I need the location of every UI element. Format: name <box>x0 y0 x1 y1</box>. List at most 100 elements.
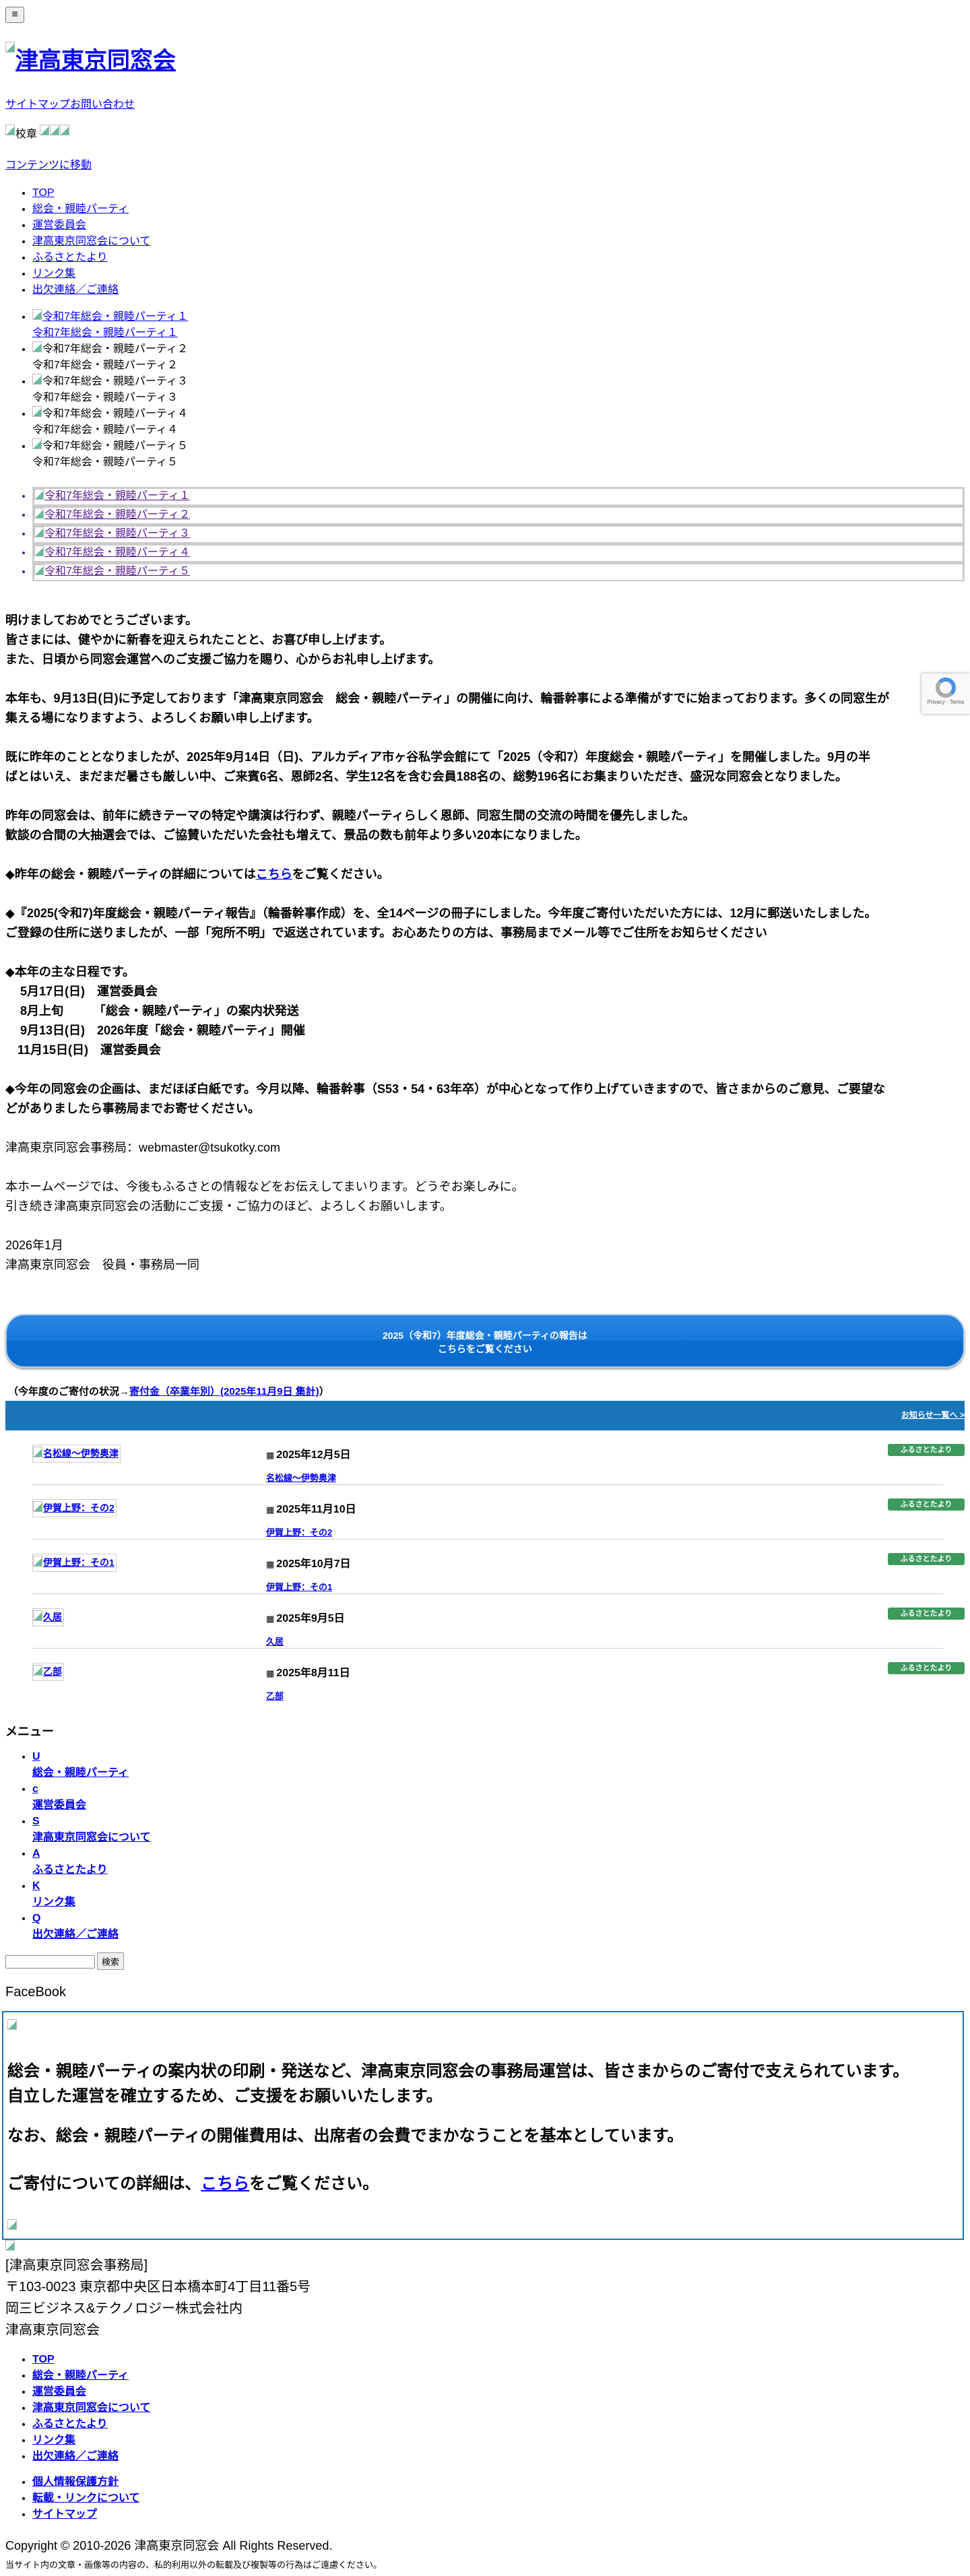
party-report-button[interactable]: 2025（令和7）年度総会・親睦パーティの報告は こちらをご覧ください <box>5 1314 965 1368</box>
category-badge[interactable]: ふるさとたより <box>888 1608 965 1620</box>
menu-link-contact[interactable]: 出欠連絡／ご連絡 <box>32 1929 119 1940</box>
nav-top[interactable]: TOP <box>32 187 55 199</box>
donation-status-link[interactable]: 寄付金（卒業年別）(2025年11月9日 集計) <box>129 1386 319 1397</box>
menu-icon-link[interactable]: U <box>32 1751 40 1762</box>
news-list-link[interactable]: お知らせ一覧へ > <box>901 1410 965 1420</box>
menu-icon-link[interactable]: K <box>32 1880 40 1892</box>
nav-hometown[interactable]: ふるさとたより <box>32 252 108 263</box>
text-line: 既に昨年のこととなりましたが、2025年9月14日（日)、アルカディア市ヶ谷私学… <box>5 750 871 764</box>
news-title-link[interactable]: 久居 <box>266 1634 284 1647</box>
news-thumbnail-link[interactable]: 乙部 <box>32 1663 64 1681</box>
menu-icon-link[interactable]: Q <box>32 1913 40 1924</box>
menu-link-links[interactable]: リンク集 <box>32 1896 75 1908</box>
donation-details: ご寄付についての詳細は、こちらをご覧ください。 <box>7 2175 379 2193</box>
sitemap-link[interactable]: サイトマップ <box>5 99 70 110</box>
slide-alt: 令和7年総会・親睦パーティ４ <box>42 408 188 420</box>
menu-link-hometown[interactable]: ふるさとたより <box>32 1864 108 1876</box>
thumbnail-item: 令和7年総会・親睦パーティ５ <box>32 562 965 581</box>
nav-links[interactable]: リンク集 <box>32 268 75 279</box>
nav-contact[interactable]: 出欠連絡／ご連絡 <box>32 284 119 296</box>
search-input[interactable] <box>5 1955 95 1969</box>
slide-alt: 令和7年総会・親睦パーティ２ <box>42 343 188 355</box>
news-thumbnail-link[interactable]: 伊賀上野：その1 <box>32 1554 117 1572</box>
office-email: 津高東京同窓会事務局：webmaster@tsukotky.com <box>5 1141 280 1154</box>
footer-sitemap-link[interactable]: サイトマップ <box>32 2509 97 2520</box>
footer-policy-nav: 個人情報保護方針 転載・リンクについて サイトマップ <box>5 2474 965 2523</box>
footer-nav: TOP 総会・親睦パーティ 運営委員会 津高東京同窓会について ふるさとたより … <box>5 2352 965 2465</box>
menu-link-committee[interactable]: 運営委員会 <box>32 1799 86 1811</box>
text-line: 本年も、9月13日(日)に予定しております「津高東京同窓会 総会・親睦パーティ」… <box>5 692 890 705</box>
site-title: 津高東京同窓会 <box>15 48 176 73</box>
last-year-details: ◆昨年の総会・親睦パーティの詳細についてはこちらをご覧ください。 <box>5 867 389 881</box>
menu-heading: メニュー <box>5 1725 54 1738</box>
footer-link-hometown[interactable]: ふるさとたより <box>32 2418 108 2430</box>
menu-icon-link[interactable]: A <box>32 1848 40 1859</box>
menu-icon-link[interactable]: S <box>32 1816 40 1827</box>
privacy-policy-link[interactable]: 個人情報保護方針 <box>32 2476 119 2488</box>
category-badge[interactable]: ふるさとたより <box>888 1444 965 1456</box>
image-icon <box>34 489 44 500</box>
text-line: どがありましたら事務局までお寄せください。 <box>5 1102 260 1115</box>
news-title-link[interactable]: 伊賀上野：その2 <box>266 1525 332 1538</box>
recaptcha-links[interactable]: Privacy - Terms <box>928 699 965 705</box>
text-line: ◆今年の同窓会の企画は、まだほぼ白紙です。今月以降、輪番幹事（S53・54・63… <box>5 1082 885 1096</box>
footer-link-links[interactable]: リンク集 <box>32 2435 75 2446</box>
text-line: ◆『2025(令和7)年度総会・親睦パーティ報告』（輪番幹事作成）を、全14ペー… <box>5 906 877 920</box>
nav-about[interactable]: 津高東京同窓会について <box>32 236 151 247</box>
news-thumbnail-link[interactable]: 伊賀上野：その2 <box>32 1499 117 1517</box>
news-title-link[interactable]: 伊賀上野：その1 <box>266 1580 332 1593</box>
nav-committee[interactable]: 運営委員会 <box>32 220 86 231</box>
category-badge[interactable]: ふるさとたより <box>888 1498 965 1511</box>
contact-link[interactable]: お問い合わせ <box>70 99 135 110</box>
thumbnail-item: 令和7年総会・親睦パーティ２ <box>32 506 965 525</box>
news-item: 乙部 ▦ 2025年8月11日 乙部 ふるさとたより <box>32 1649 965 1703</box>
thumbnail-link[interactable]: 令和7年総会・親睦パーティ２ <box>34 508 190 521</box>
recaptcha-badge[interactable]: Privacy - Terms <box>922 673 970 714</box>
last-year-details-link[interactable]: こちら <box>256 867 292 881</box>
schedule-item: 9月13日(日) 2026年度「総会・親睦パーティ」開催 <box>20 1024 305 1037</box>
footer-link-about[interactable]: 津高東京同窓会について <box>32 2402 151 2414</box>
nav-item: TOP <box>32 185 965 201</box>
news-title-link[interactable]: 乙部 <box>266 1689 284 1702</box>
skip-to-content-link[interactable]: コンテンツに移動 <box>5 156 965 172</box>
calendar-icon: ▦ <box>266 1668 275 1678</box>
search-button[interactable]: 検索 <box>97 1952 125 1970</box>
calendar-icon: ▦ <box>266 1505 275 1515</box>
image-icon <box>33 1556 42 1566</box>
reprint-link[interactable]: 転載・リンクについて <box>32 2492 140 2504</box>
news-thumbnail-link[interactable]: 名松線〜伊勢奥津 <box>32 1445 121 1463</box>
footer-link-top[interactable]: TOP <box>32 2354 55 2365</box>
menu-icon-link[interactable]: c <box>32 1783 38 1795</box>
thumbnail-link[interactable]: 令和7年総会・親睦パーティ３ <box>34 527 190 539</box>
donation-text: なお、総会・親睦パーティの開催費用は、出席者の会費でまかなうことを基本としていま… <box>7 2127 684 2145</box>
nav-party[interactable]: 総会・親睦パーティ <box>32 203 129 215</box>
site-logo-link[interactable]: 津高東京同窓会 <box>5 42 965 75</box>
footer-link-committee[interactable]: 運営委員会 <box>32 2386 86 2398</box>
image-icon <box>33 1610 42 1621</box>
thumbnail-link[interactable]: 令和7年総会・親睦パーティ４ <box>34 546 190 558</box>
slide-link[interactable]: 令和7年総会・親睦パーティ１ <box>32 309 188 323</box>
footer-nav-item: リンク集 <box>32 2433 965 2449</box>
thumbnail-link[interactable]: 令和7年総会・親睦パーティ１ <box>34 489 190 502</box>
text-line: 引き続き津高東京同窓会の活動にご支援・ご協力のほど、よろしくお願いします。 <box>5 1199 452 1213</box>
thumbnail-item: 令和7年総会・親睦パーティ３ <box>32 525 965 543</box>
footer-link-contact[interactable]: 出欠連絡／ご連絡 <box>32 2451 119 2462</box>
news-thumbnail-link[interactable]: 久居 <box>32 1608 64 1626</box>
category-badge[interactable]: ふるさとたより <box>888 1553 965 1565</box>
footer-nav-item: 個人情報保護方針 <box>32 2474 965 2490</box>
donation-details-link[interactable]: こちら <box>201 2175 249 2193</box>
menu-link-about[interactable]: 津高東京同窓会について <box>32 1832 151 1843</box>
thumbnail-link[interactable]: 令和7年総会・親睦パーティ５ <box>34 564 190 577</box>
news-list: 名松線〜伊勢奥津 ▦ 2025年12月5日 名松線〜伊勢奥津 ふるさとたより 伊賀上野：… <box>5 1430 965 1703</box>
footer-nav-item: 総会・親睦パーティ <box>32 2368 965 2384</box>
footer-link-party[interactable]: 総会・親睦パーティ <box>32 2370 129 2381</box>
calendar-icon: ▦ <box>266 1614 275 1624</box>
menu-link-party[interactable]: 総会・親睦パーティ <box>32 1767 129 1779</box>
image-icon <box>33 1447 42 1457</box>
menu-toggle-button[interactable]: ≡ <box>5 7 24 23</box>
news-title-link[interactable]: 名松線〜伊勢奥津 <box>266 1471 336 1484</box>
slide-caption[interactable]: 令和7年総会・親睦パーティ１ <box>32 327 178 339</box>
category-badge[interactable]: ふるさとたより <box>888 1662 965 1674</box>
donation-status: （今年度のご寄付の状況→寄付金（卒業年別）(2025年11月9日 集計)） <box>8 1386 329 1397</box>
side-menu: U総会・親睦パーティ c運営委員会 S津高東京同窓会について Aふるさとたより … <box>5 1749 965 1943</box>
